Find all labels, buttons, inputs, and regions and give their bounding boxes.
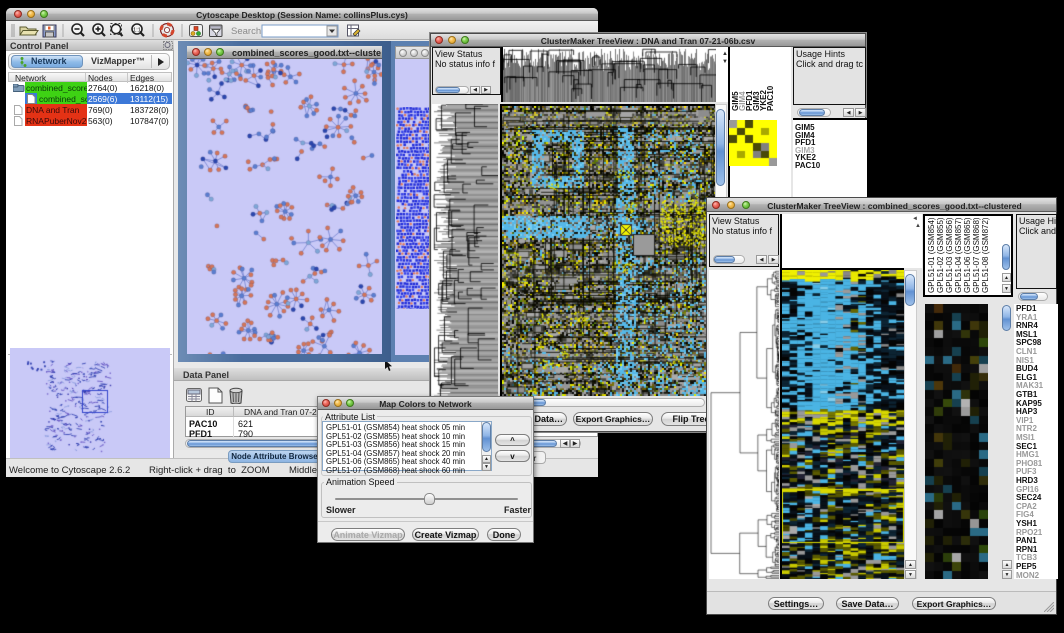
svg-text:1:1: 1:1: [133, 27, 141, 33]
svg-text:Search:: Search:: [231, 26, 264, 37]
